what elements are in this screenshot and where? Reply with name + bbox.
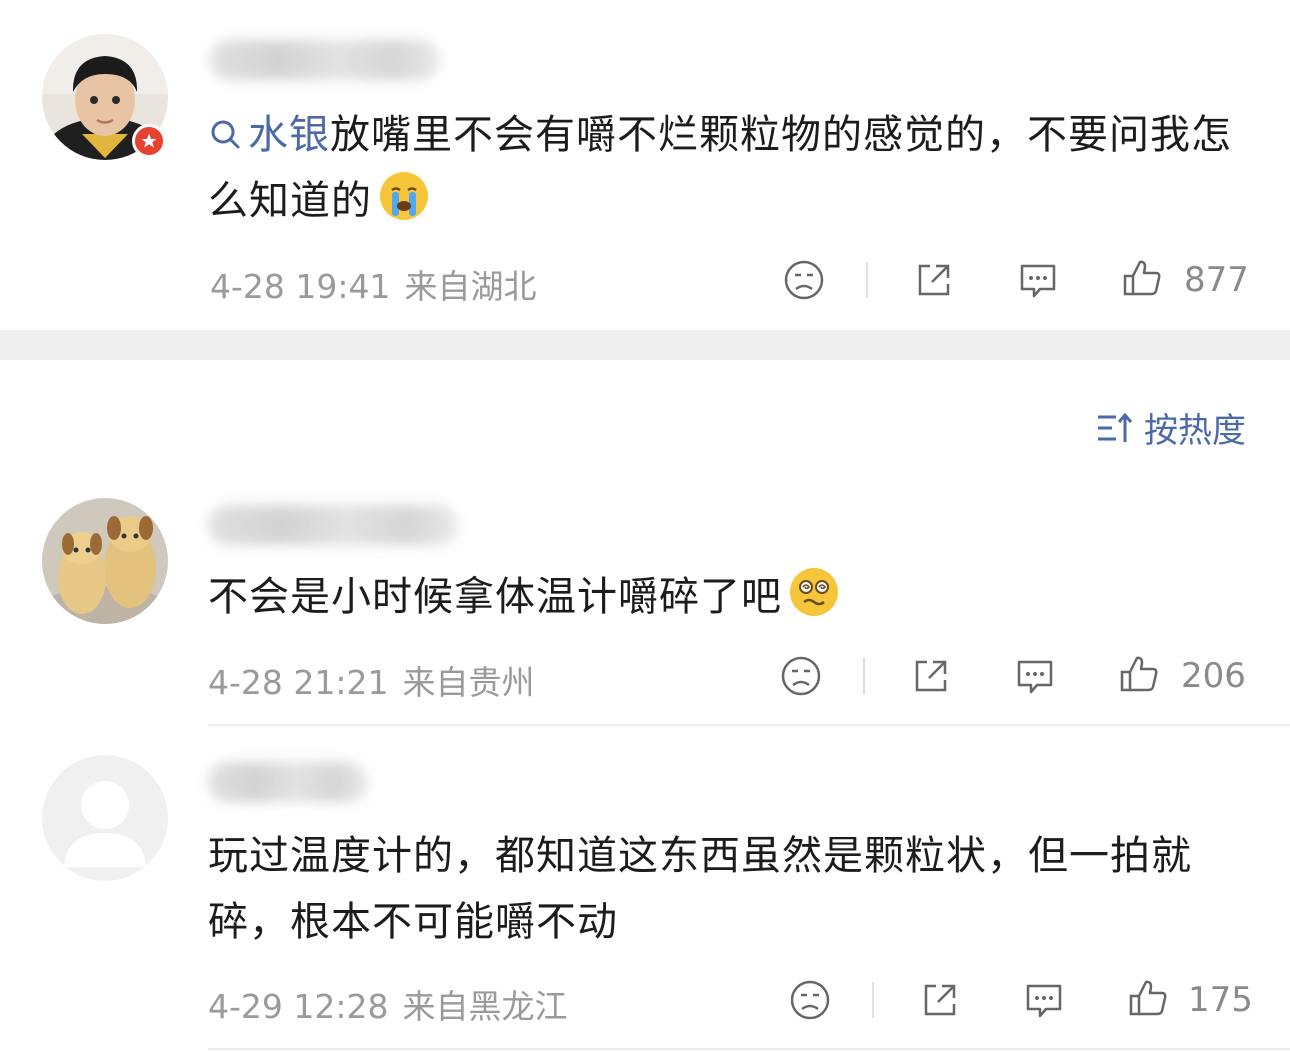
- comment-meta: 4-28 19:41 来自湖北: [210, 260, 537, 308]
- comment-body: 玩过温度计的，都知道这东西虽然是颗粒状，但一拍就碎，根本不可能嚼不动: [208, 833, 1192, 945]
- location: 来自黑龙江: [402, 987, 568, 1026]
- location: 来自湖北: [404, 267, 537, 306]
- avatar[interactable]: [42, 755, 168, 881]
- comment-meta: 4-29 12:28 来自黑龙江: [208, 980, 568, 1028]
- share-icon[interactable]: [918, 978, 962, 1022]
- share-icon[interactable]: [909, 654, 953, 698]
- comment-text: 不会是小时候拿体温计嚼碎了吧: [208, 564, 1248, 630]
- dislike-face-icon[interactable]: [788, 978, 832, 1022]
- timestamp: 4-28 19:41: [210, 267, 391, 306]
- location: 来自贵州: [402, 663, 535, 702]
- comment-feed: 水银放嘴里不会有嚼不烂颗粒物的感觉的，不要问我怎么知道的 4-28 19:41 来…: [0, 0, 1290, 1051]
- like-thumb-icon[interactable]: [1117, 652, 1161, 696]
- comment-meta: 4-28 21:21 来自贵州: [208, 656, 535, 704]
- timestamp: 4-28 21:21: [208, 663, 389, 702]
- crying-face-icon: [376, 168, 432, 224]
- like-thumb-icon[interactable]: [1120, 256, 1164, 300]
- like-count: 206: [1181, 656, 1246, 696]
- dislike-face-icon[interactable]: [779, 654, 823, 698]
- timestamp: 4-29 12:28: [208, 987, 389, 1026]
- comment-text: 水银放嘴里不会有嚼不烂颗粒物的感觉的，不要问我怎么知道的: [208, 102, 1248, 234]
- section-divider: [0, 330, 1290, 360]
- action-separator: [863, 658, 865, 694]
- comment-divider: [208, 1048, 1290, 1050]
- topic-link[interactable]: 水银: [208, 112, 330, 158]
- verified-badge-icon: [132, 124, 166, 158]
- like-count: 877: [1184, 260, 1249, 300]
- blurred-username: [210, 40, 440, 80]
- action-separator: [866, 262, 868, 298]
- search-icon: [208, 117, 244, 153]
- dislike-face-icon[interactable]: [782, 258, 826, 302]
- comment-icon[interactable]: [1013, 654, 1057, 698]
- like-count: 175: [1188, 980, 1253, 1020]
- avatar[interactable]: [42, 498, 168, 624]
- comment-divider: [208, 724, 1290, 726]
- like-thumb-icon[interactable]: [1126, 976, 1170, 1020]
- blurred-username: [208, 762, 368, 802]
- share-icon[interactable]: [912, 258, 956, 302]
- action-separator: [872, 982, 874, 1018]
- sort-button[interactable]: 按热度: [1094, 403, 1246, 452]
- sort-icon: [1094, 408, 1134, 448]
- dizzy-face-icon: [786, 564, 842, 620]
- blurred-username: [208, 505, 458, 545]
- comment-icon[interactable]: [1016, 258, 1060, 302]
- comment-body: 不会是小时候拿体温计嚼碎了吧: [208, 574, 782, 620]
- comment-text: 玩过温度计的，都知道这东西虽然是颗粒状，但一拍就碎，根本不可能嚼不动: [208, 823, 1248, 955]
- comment-icon[interactable]: [1022, 978, 1066, 1022]
- sort-label: 按热度: [1144, 411, 1246, 451]
- comment-body: 放嘴里不会有嚼不烂颗粒物的感觉的，不要问我怎么知道的: [208, 112, 1232, 224]
